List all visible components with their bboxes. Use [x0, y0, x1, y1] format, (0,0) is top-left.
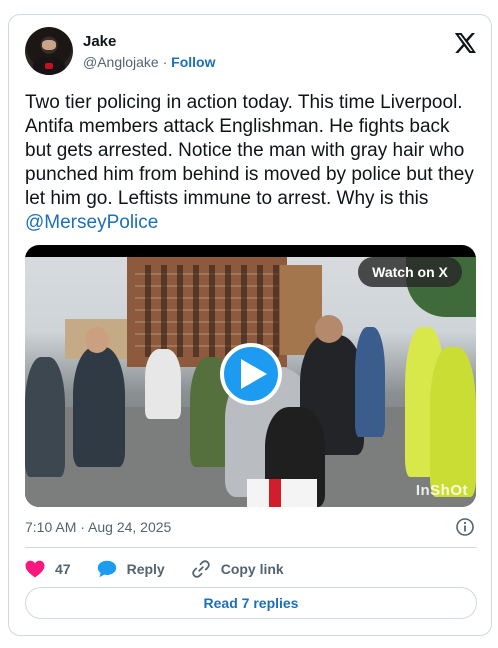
watch-on-x-button[interactable]: Watch on X — [358, 257, 462, 287]
tweet-actions: 47 Reply Copy link — [25, 557, 477, 581]
reply-label: Reply — [126, 561, 165, 577]
handle-separator: · — [158, 54, 172, 70]
tweet-text: Two tier policing in action today. This … — [25, 91, 479, 235]
info-icon[interactable] — [455, 517, 475, 537]
copy-link-button[interactable]: Copy link — [191, 559, 284, 579]
thumbnail-person — [145, 349, 181, 419]
video-media[interactable]: Watch on X InShOt — [25, 245, 476, 507]
like-button[interactable]: 47 — [25, 560, 71, 578]
divider — [25, 547, 477, 548]
author-handle-line: @Anglojake · Follow — [83, 54, 215, 70]
link-icon — [191, 560, 210, 578]
avatar[interactable] — [25, 27, 73, 75]
thumbnail-person — [85, 327, 109, 353]
video-watermark: InShOt — [415, 482, 468, 499]
tweet-header: Jake @Anglojake · Follow — [25, 27, 477, 77]
thumbnail-person — [73, 347, 125, 467]
tweet-timestamp[interactable]: 7:10 AM · Aug 24, 2025 — [25, 519, 171, 535]
thumbnail-person — [315, 315, 343, 343]
read-replies-button[interactable]: Read 7 replies — [25, 587, 477, 619]
avatar-detail — [45, 63, 53, 69]
follow-link[interactable]: Follow — [171, 54, 215, 70]
author-handle[interactable]: @Anglojake — [83, 54, 159, 70]
author-name[interactable]: Jake — [83, 33, 116, 50]
reply-button[interactable]: Reply — [97, 560, 165, 578]
tweet-body: Two tier policing in action today. This … — [25, 92, 474, 209]
thumbnail-person — [430, 347, 476, 497]
thumbnail-person — [355, 327, 385, 437]
heart-icon — [25, 560, 45, 578]
copy-link-label: Copy link — [220, 561, 284, 577]
thumbnail-flag — [247, 479, 317, 507]
avatar-face — [42, 40, 56, 50]
play-button[interactable] — [220, 343, 282, 405]
mention-link[interactable]: @MerseyPolice — [25, 212, 158, 233]
speech-bubble-icon — [97, 560, 116, 578]
x-logo-icon[interactable] — [453, 31, 477, 55]
thumbnail-person — [25, 357, 65, 477]
play-icon — [240, 359, 267, 389]
like-count: 47 — [55, 561, 71, 577]
embedded-tweet-card: Jake @Anglojake · Follow Two tier polici… — [8, 14, 492, 636]
